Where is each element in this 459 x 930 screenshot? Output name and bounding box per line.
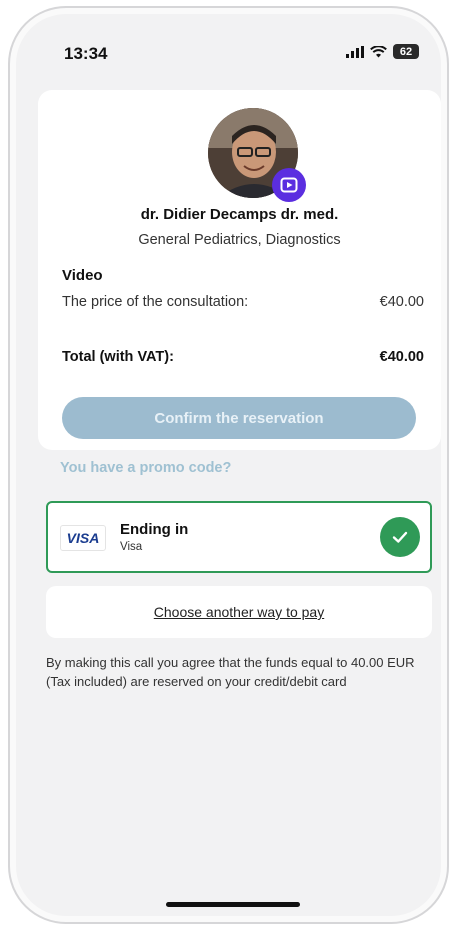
- price-label: The price of the consultation:: [62, 294, 249, 310]
- choose-another-payment-label: Choose another way to pay: [153, 604, 325, 620]
- doctor-name: dr. Didier Decamps dr. med.: [140, 206, 339, 223]
- check-icon: [380, 517, 420, 557]
- visa-logo: VISA: [60, 525, 106, 551]
- promo-code-link[interactable]: You have a promo code?: [60, 460, 231, 476]
- funds-disclaimer: By making this call you agree that the f…: [46, 655, 415, 689]
- payment-title: Ending in: [120, 521, 189, 538]
- battery-icon: 62: [393, 44, 419, 59]
- total-row: Total (with VAT): €40.00: [62, 349, 424, 365]
- wifi-icon: [370, 45, 387, 57]
- doctor-specialty: General Pediatrics, Diagnostics: [138, 232, 341, 248]
- consultation-card: dr. Didier Decamps dr. med. General Pedi…: [38, 90, 441, 450]
- price-row: The price of the consultation: €40.00: [62, 294, 424, 310]
- confirm-reservation-button[interactable]: Confirm the reservation: [62, 397, 416, 439]
- price-value: €40.00: [379, 294, 424, 310]
- doctor-avatar-wrap[interactable]: [208, 108, 306, 202]
- total-value: €40.00: [379, 349, 424, 365]
- status-icons: 62: [346, 44, 419, 59]
- video-badge-icon: [272, 168, 306, 202]
- status-bar: 13:34 62: [10, 8, 447, 88]
- payment-method-card[interactable]: VISA Ending in Visa: [46, 501, 432, 573]
- phone-frame: 13:34 62 dr. Didier Decamps dr. med. Gen…: [8, 6, 449, 924]
- consultation-type: Video: [62, 267, 103, 284]
- payment-subtitle: Visa: [120, 541, 143, 553]
- choose-another-payment-button[interactable]: Choose another way to pay: [46, 586, 432, 638]
- status-time: 13:34: [64, 44, 108, 63]
- signal-icon: [346, 45, 364, 58]
- total-label: Total (with VAT):: [62, 349, 174, 365]
- battery-level: 62: [399, 45, 413, 58]
- home-indicator[interactable]: [166, 902, 300, 907]
